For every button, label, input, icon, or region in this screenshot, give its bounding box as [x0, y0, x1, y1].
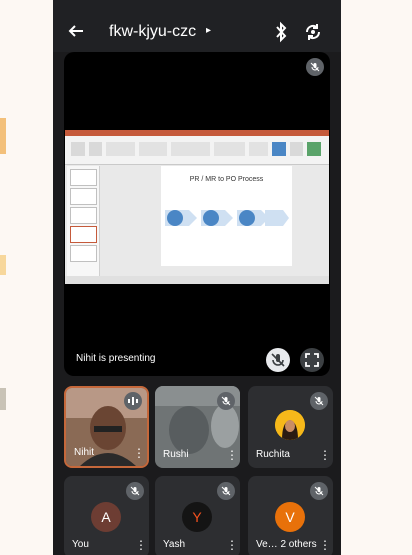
back-button[interactable] [67, 22, 87, 42]
powerpoint-status-bar [65, 276, 329, 284]
process-arrows [165, 210, 289, 226]
bluetooth-icon [276, 21, 287, 43]
mic-status [217, 392, 235, 410]
switch-camera-button[interactable] [303, 22, 323, 42]
mic-status [126, 482, 144, 500]
audio-waves-icon [128, 397, 138, 405]
participant-avatar: Y [182, 502, 212, 532]
mic-off-icon [314, 396, 324, 406]
participant-tile-you[interactable]: A You ⋮ [64, 476, 149, 555]
mic-status [217, 482, 235, 500]
presentation-mic-status [306, 58, 324, 76]
more-options-button[interactable]: ⋮ [319, 448, 331, 462]
shared-screen: PR / MR to PO Process [65, 130, 329, 284]
profile-photo [275, 410, 305, 440]
left-decoration-top [0, 118, 6, 154]
participant-tile-others[interactable]: V Ve… 2 others ⋮ [248, 476, 333, 555]
chevron-right-icon[interactable]: ▸ [206, 25, 211, 36]
switch-camera-icon [305, 24, 321, 40]
mic-off-icon [314, 486, 324, 496]
status-bar [53, 0, 341, 12]
more-options-button[interactable]: ⋮ [133, 446, 145, 460]
slide-thumbnails [67, 166, 100, 278]
participant-name: You [72, 539, 89, 550]
mic-status [310, 482, 328, 500]
mic-status [310, 392, 328, 410]
participant-tile-rushi[interactable]: Rushi ⋮ [155, 386, 240, 468]
arrow-left-icon [68, 25, 83, 37]
presentation-tile[interactable]: PR / MR to PO Process Nihit is presentin… [64, 52, 330, 376]
mic-off-icon [271, 353, 285, 367]
participant-name: Ruchita [256, 449, 290, 460]
fullscreen-icon [305, 353, 319, 367]
fullscreen-button[interactable] [300, 348, 324, 372]
participant-name: Rushi [163, 449, 189, 460]
meet-app-screen: fkw-kjyu-czc ▸ PR / MR to PO Process Nih… [53, 0, 341, 555]
participant-tile-ruchita[interactable]: Ruchita ⋮ [248, 386, 333, 468]
presentation-mute-button[interactable] [266, 348, 290, 372]
mic-off-icon [310, 62, 320, 72]
mic-off-icon [130, 486, 140, 496]
more-options-button[interactable]: ⋮ [226, 448, 238, 462]
mic-off-icon [221, 486, 231, 496]
participant-avatar: A [91, 502, 121, 532]
participant-name: Ve… 2 others [256, 539, 317, 550]
participant-tile-yash[interactable]: Y Yash ⋮ [155, 476, 240, 555]
more-options-button[interactable]: ⋮ [226, 538, 238, 552]
left-decoration-mid [0, 255, 6, 275]
meeting-code-title[interactable]: fkw-kjyu-czc [109, 23, 196, 41]
more-options-button[interactable]: ⋮ [135, 538, 147, 552]
participant-photo [275, 410, 305, 440]
speaking-indicator [124, 392, 142, 410]
more-options-button[interactable]: ⋮ [319, 538, 331, 552]
participant-name: Nihit [74, 447, 95, 458]
presenter-label: Nihit is presenting [76, 353, 156, 364]
left-decoration-bot [0, 388, 6, 410]
powerpoint-ribbon [65, 130, 329, 165]
current-slide: PR / MR to PO Process [161, 166, 292, 266]
participant-tile-nihit[interactable]: Nihit ⋮ [64, 386, 149, 468]
participant-name: Yash [163, 539, 186, 550]
participant-avatar: V [275, 502, 305, 532]
slide-title: PR / MR to PO Process [189, 176, 264, 183]
top-bar: fkw-kjyu-czc ▸ [53, 12, 341, 52]
mic-off-icon [221, 396, 231, 406]
audio-output-button[interactable] [271, 21, 291, 43]
